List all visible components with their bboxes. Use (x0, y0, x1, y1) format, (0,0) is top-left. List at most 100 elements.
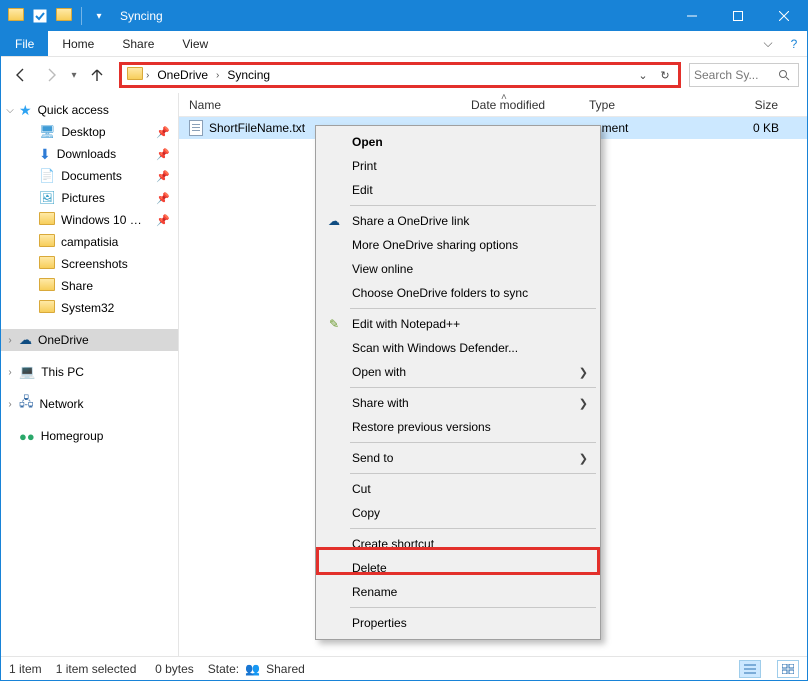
people-icon: 👥 (245, 662, 260, 676)
qat-customize-icon[interactable]: ▾ (88, 5, 110, 27)
col-type[interactable]: Type (579, 93, 697, 116)
chevron-right-icon[interactable]: › (144, 70, 151, 81)
menu-edit[interactable]: Edit (318, 178, 598, 202)
menu-restore-previous[interactable]: Restore previous versions (318, 415, 598, 439)
menu-edit-notepadpp[interactable]: ✎Edit with Notepad++ (318, 312, 598, 336)
navigation-pane[interactable]: ⌵★Quick access 🖥Desktop📌 ⬇Downloads📌 📄Do… (1, 93, 179, 656)
ribbon-expand-icon[interactable]: ⌵ (755, 31, 781, 56)
menu-choose-onedrive-folders[interactable]: Choose OneDrive folders to sync (318, 281, 598, 305)
nav-label: Homegroup (41, 429, 104, 443)
view-largeicons-button[interactable] (777, 660, 799, 678)
nav-label: This PC (41, 365, 84, 379)
sort-indicator-icon: ˄ (501, 92, 507, 103)
nav-label: Documents (61, 169, 122, 183)
menu-create-shortcut[interactable]: Create shortcut (318, 532, 598, 556)
back-button[interactable] (7, 61, 35, 89)
menu-view-online[interactable]: View online (318, 257, 598, 281)
search-icon[interactable] (778, 69, 794, 81)
menu-send-to[interactable]: Send to❯ (318, 446, 598, 470)
nav-thispc[interactable]: ›💻This PC (1, 361, 178, 383)
onedrive-icon: ☁ (19, 332, 32, 348)
textfile-icon (189, 120, 203, 136)
nav-label: Screenshots (61, 257, 128, 271)
nav-folder[interactable]: Screenshots (1, 253, 178, 275)
qat-folder-icon[interactable] (5, 5, 27, 27)
nav-label: OneDrive (38, 333, 89, 347)
tab-share[interactable]: Share (108, 31, 168, 56)
col-name[interactable]: Name (179, 93, 461, 116)
pin-icon: 📌 (156, 214, 170, 227)
desktop-icon: 🖥 (39, 124, 56, 140)
address-bar[interactable]: › OneDrive › Syncing ⌄ ↻ (119, 62, 681, 88)
address-folder-icon (126, 66, 144, 84)
window-title: Syncing (114, 9, 669, 23)
nav-downloads[interactable]: ⬇Downloads📌 (1, 143, 178, 165)
nav-label: System32 (61, 301, 114, 315)
search-placeholder: Search Sy... (694, 68, 778, 82)
folder-icon (39, 256, 55, 272)
qat-newfolder-icon[interactable] (53, 5, 75, 27)
nav-pictures[interactable]: 🖼Pictures📌 (1, 187, 178, 209)
tab-view[interactable]: View (168, 31, 222, 56)
close-button[interactable] (761, 1, 807, 31)
nav-documents[interactable]: 📄Documents📌 (1, 165, 178, 187)
folder-icon (39, 212, 55, 228)
refresh-button[interactable]: ↻ (654, 64, 676, 86)
breadcrumb-syncing[interactable]: Syncing (221, 65, 276, 85)
menu-open-with[interactable]: Open with❯ (318, 360, 598, 384)
menu-copy[interactable]: Copy (318, 501, 598, 525)
address-dropdown-icon[interactable]: ⌄ (632, 64, 654, 86)
menu-open[interactable]: Open (318, 130, 598, 154)
status-selected: 1 item selected (56, 662, 137, 676)
star-icon: ★ (19, 102, 32, 119)
menu-scan-defender[interactable]: Scan with Windows Defender... (318, 336, 598, 360)
chevron-right-icon[interactable]: › (214, 70, 221, 81)
recent-locations-button[interactable]: ▾ (67, 61, 81, 89)
nav-homegroup[interactable]: ●● Homegroup (1, 425, 178, 447)
nav-desktop[interactable]: 🖥Desktop📌 (1, 121, 178, 143)
menu-separator (350, 607, 596, 608)
status-bar: 1 item 1 item selected 0 bytes State: 👥 … (1, 656, 807, 680)
status-bytes: 0 bytes (155, 662, 194, 676)
menu-rename[interactable]: Rename (318, 580, 598, 604)
up-button[interactable] (83, 61, 111, 89)
menu-delete[interactable]: Delete (318, 556, 598, 580)
nav-folder[interactable]: campatisia (1, 231, 178, 253)
breadcrumb-onedrive[interactable]: OneDrive (151, 65, 214, 85)
tab-home[interactable]: Home (48, 31, 108, 56)
menu-more-onedrive[interactable]: More OneDrive sharing options (318, 233, 598, 257)
tab-file[interactable]: File (1, 31, 48, 56)
forward-button[interactable] (37, 61, 65, 89)
nav-folder[interactable]: Share (1, 275, 178, 297)
nav-folder[interactable]: System32 (1, 297, 178, 319)
menu-properties[interactable]: Properties (318, 611, 598, 635)
title-bar[interactable]: ▾ Syncing (1, 1, 807, 31)
nav-folder[interactable]: Windows 10 PC Tips📌 (1, 209, 178, 231)
column-headers[interactable]: Name ˄ Date modified Type Size (179, 93, 807, 117)
menu-cut[interactable]: Cut (318, 477, 598, 501)
nav-row: ▾ › OneDrive › Syncing ⌄ ↻ Search Sy... (1, 57, 807, 93)
nav-network[interactable]: ›🖧Network (1, 393, 178, 415)
menu-share-onedrive-link[interactable]: ☁Share a OneDrive link (318, 209, 598, 233)
help-icon[interactable]: ? (781, 31, 807, 56)
menu-share-with[interactable]: Share with❯ (318, 391, 598, 415)
folder-icon (39, 234, 55, 250)
view-details-button[interactable] (739, 660, 761, 678)
ribbon: File Home Share View ⌵ ? (1, 31, 807, 57)
minimize-button[interactable] (669, 1, 715, 31)
menu-print[interactable]: Print (318, 154, 598, 178)
search-input[interactable]: Search Sy... (689, 63, 799, 87)
nav-onedrive[interactable]: ›☁OneDrive (1, 329, 178, 351)
nav-quick-access[interactable]: ⌵★Quick access (1, 99, 178, 121)
context-menu[interactable]: Open Print Edit ☁Share a OneDrive link M… (315, 125, 601, 640)
homegroup-icon: ●● (19, 429, 35, 444)
pin-icon: 📌 (156, 126, 170, 139)
maximize-button[interactable] (715, 1, 761, 31)
submenu-arrow-icon: ❯ (579, 366, 588, 379)
col-size[interactable]: Size (697, 93, 807, 116)
onedrive-icon: ☁ (324, 214, 344, 228)
col-modified[interactable]: Date modified (461, 93, 579, 116)
submenu-arrow-icon: ❯ (579, 397, 588, 410)
menu-separator (350, 473, 596, 474)
qat-properties-icon[interactable] (29, 5, 51, 27)
